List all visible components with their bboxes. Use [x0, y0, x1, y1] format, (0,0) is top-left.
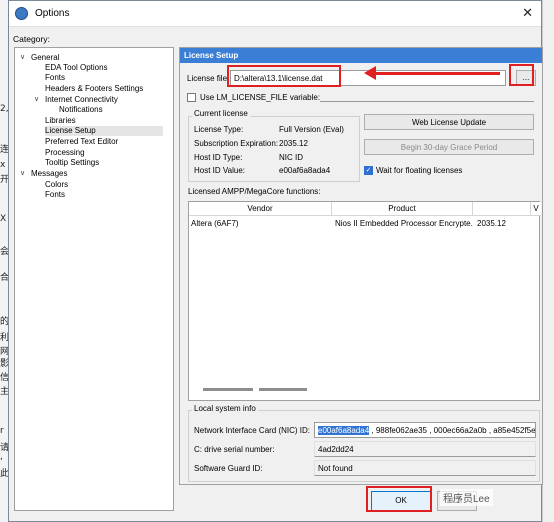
subscription-value: 2035.12 — [279, 139, 308, 148]
functions-table[interactable]: Vendor Product V Altera (6AF7) Nios II E… — [188, 201, 541, 401]
host-id-type-value: NIC ID — [279, 153, 303, 162]
tree-item-notifications[interactable]: Notifications — [59, 105, 103, 115]
column-header-version[interactable]: V — [531, 202, 541, 216]
tree-item-messages-fonts[interactable]: Fonts — [45, 190, 65, 200]
nic-id-rest: , 988fe062ae35 , 000ec66a2a0b , a85e452f… — [369, 426, 536, 435]
expand-internet-icon[interactable]: ∨ — [34, 95, 39, 103]
annotation-license-file-box — [227, 65, 341, 87]
close-icon[interactable]: ✕ — [522, 5, 533, 21]
panel-header: License Setup — [180, 48, 542, 63]
nic-id-selected: e00af6a8ada4 — [318, 426, 370, 435]
background-char: x — [0, 160, 6, 170]
host-id-value: e00af6a8ada4 — [279, 166, 331, 175]
table-cell-product: Nios II Embedded Processor Encrypte... — [335, 219, 473, 228]
software-guard-label: Software Guard ID: — [194, 464, 263, 473]
local-info-group-label: Local system info — [192, 404, 258, 413]
use-lm-license-label: Use LM_LICENSE_FILE variable: — [200, 93, 321, 102]
annotation-arrow-line — [372, 72, 500, 75]
tree-item-colors[interactable]: Colors — [45, 180, 68, 190]
tree-item-tooltip-settings[interactable]: Tooltip Settings — [45, 158, 99, 168]
wait-floating-label: Wait for floating licenses — [376, 166, 463, 175]
column-header-product[interactable]: Product — [332, 202, 473, 216]
table-cell-vendor: Altera (6AF7) — [191, 219, 239, 228]
software-guard-field[interactable]: Not found — [314, 460, 536, 476]
column-header-vendor[interactable]: Vendor — [189, 202, 332, 216]
use-lm-license-checkbox[interactable] — [187, 93, 196, 102]
table-cell-expiration: 2035.12 — [477, 219, 506, 228]
tree-item-internet-connectivity[interactable]: Internet Connectivity — [45, 95, 118, 105]
functions-label: Licensed AMPP/MegaCore functions: — [188, 187, 321, 196]
tree-item-processing[interactable]: Processing — [45, 148, 85, 158]
license-setup-panel: License Setup License file: D:\altera\13… — [179, 47, 543, 485]
background-char: X — [0, 214, 7, 224]
column-header-expiration[interactable] — [473, 202, 531, 216]
license-file-label: License file: — [187, 74, 230, 83]
drive-serial-field[interactable]: 4ad2dd24 — [314, 441, 536, 457]
license-type-value: Full Version (Eval) — [279, 125, 344, 134]
background-char: r — [0, 426, 4, 436]
lm-license-field[interactable] — [320, 101, 534, 102]
host-id-value-label: Host ID Value: — [194, 166, 245, 175]
tree-item-fonts[interactable]: Fonts — [45, 73, 65, 83]
current-license-group-label: Current license — [192, 109, 250, 118]
tree-item-license-setup[interactable]: License Setup — [45, 126, 163, 136]
annotation-ok-box — [366, 486, 432, 512]
nic-id-field[interactable]: e00af6a8ada4 , 988fe062ae35 , 000ec66a2a… — [314, 422, 536, 438]
expand-messages-icon[interactable]: ∨ — [20, 169, 25, 177]
title-bar[interactable]: Options ✕ — [9, 1, 541, 27]
grace-period-button[interactable]: Begin 30-day Grace Period — [364, 139, 534, 155]
annotation-browse-box — [509, 64, 534, 86]
table-scrollbar-left[interactable] — [203, 388, 253, 391]
watermark: 程序员Lee — [440, 489, 493, 506]
category-label: Category: — [13, 34, 50, 44]
background-char: , — [0, 452, 3, 462]
wait-floating-checkbox[interactable]: ✓ — [364, 166, 373, 175]
tree-item-libraries[interactable]: Libraries — [45, 116, 76, 126]
license-type-label: License Type: — [194, 125, 244, 134]
category-tree[interactable]: ∨ General EDA Tool Options Fonts Headers… — [14, 47, 174, 511]
tree-item-eda-tool-options[interactable]: EDA Tool Options — [45, 63, 108, 73]
subscription-label: Subscription Expiration: — [194, 139, 279, 148]
tree-item-general[interactable]: General — [31, 53, 59, 63]
tree-item-headers-footers[interactable]: Headers & Footers Settings — [45, 84, 143, 94]
window-title: Options — [35, 8, 70, 19]
table-scrollbar-right[interactable] — [259, 388, 307, 391]
nic-id-label: Network Interface Card (NIC) ID: — [194, 426, 311, 435]
tree-item-preferred-text-editor[interactable]: Preferred Text Editor — [45, 137, 118, 147]
web-license-update-button[interactable]: Web License Update — [364, 114, 534, 130]
annotation-arrow-head-icon — [364, 66, 376, 80]
background-window-right — [542, 0, 554, 522]
app-icon — [15, 7, 28, 20]
tree-item-messages[interactable]: Messages — [31, 169, 67, 179]
expand-general-icon[interactable]: ∨ — [20, 53, 25, 61]
drive-serial-label: C: drive serial number: — [194, 445, 275, 454]
host-id-type-label: Host ID Type: — [194, 153, 243, 162]
